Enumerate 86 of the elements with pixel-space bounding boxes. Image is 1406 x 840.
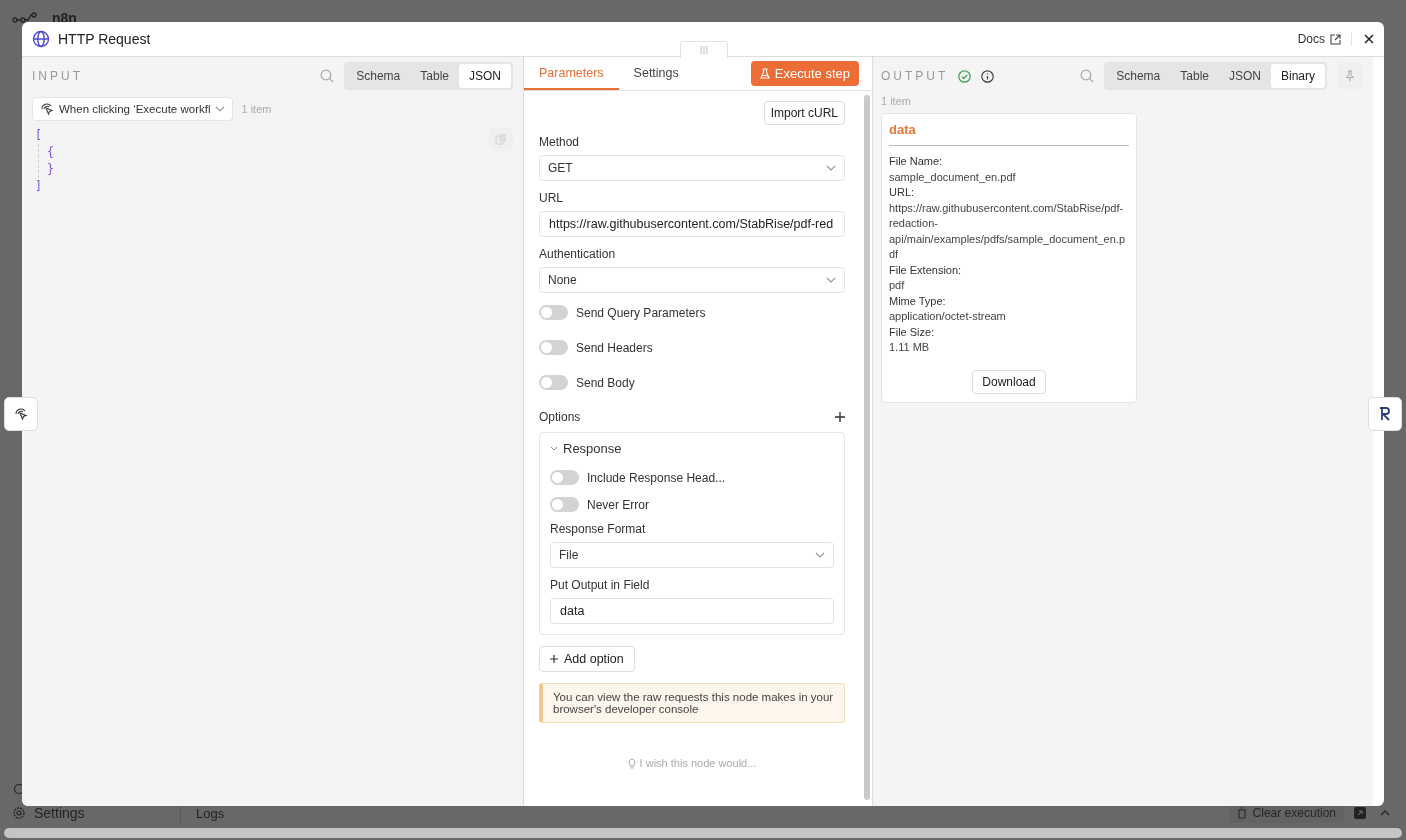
field-value: sample_document_en.pdf [889,169,1017,185]
field-label: URL: [889,185,916,200]
pointer-icon [14,407,28,421]
panel-heading: OUTPUT [881,69,949,83]
node-button[interactable] [1368,397,1402,431]
toggle-label: Never Error [587,497,649,512]
plus-icon [550,655,558,663]
card-title: data [889,122,1129,146]
field-value: 1.11 MB [889,340,931,355]
field-label: Mime Type: [889,293,947,309]
toggle-switch[interactable] [539,305,568,320]
chevron-down-icon [815,552,825,558]
view-tab[interactable]: Table [410,64,459,88]
info-icon[interactable] [981,69,995,83]
field-label: File Name: [889,154,944,169]
scrollbar[interactable] [864,95,870,800]
field-label: File Extension: [889,262,963,278]
toggle-switch[interactable] [539,375,568,390]
view-tab[interactable]: Schema [346,64,411,88]
field-label: File Size: [889,324,936,340]
popout-icon[interactable] [1354,807,1366,819]
external-link-icon [1330,33,1341,45]
logo-icon [12,12,38,24]
field-value: application/octet-stream [889,309,1007,324]
letter-r-icon [1378,407,1392,421]
node-select[interactable]: When clicking ‘Execute workfl [32,97,234,121]
info-notice: You can view the raw requests this node makes in your browser's developer console [539,683,845,723]
item-count: 1 item [241,103,272,115]
toggle-label: Include Response Head... [587,470,726,485]
flask-icon [759,68,770,79]
globe-icon [32,30,50,48]
caret-up-icon[interactable] [1380,810,1390,816]
field-label: Authentication [539,247,617,261]
pin-icon[interactable] [1337,63,1363,89]
json-bracket: { [47,144,55,161]
field-label: Put Output in Field [550,578,651,592]
chevron-down-icon [215,106,226,112]
download-button[interactable]: Download [972,369,1046,394]
json-bracket: [ [35,127,43,144]
toggle-label: Send Headers [576,340,653,355]
field-label: Response Format [550,522,647,536]
copy-icon[interactable] [489,127,513,151]
search-icon[interactable] [1080,69,1095,83]
chevron-down-icon [826,165,836,171]
select-field[interactable]: File [550,542,834,568]
add-option-button[interactable]: Add option [539,646,635,672]
input-field[interactable]: https://raw.githubusercontent.com/StabRise/pdf-red [539,211,845,237]
search-icon[interactable] [320,69,335,83]
item-count: 1 item [881,95,912,107]
view-tab[interactable]: Binary [1271,64,1325,88]
toggle-label: Send Query Parameters [576,305,706,320]
field-label: Method [539,135,581,149]
toggle-label: Send Body [576,375,635,390]
drag-handle-icon[interactable] [680,41,728,58]
logs-label: Logs [195,805,226,821]
import-curl-button[interactable]: Import cURL [763,101,845,125]
json-bracket: } [47,161,55,178]
field-label: URL [539,191,564,205]
chevron-down-icon [826,277,836,283]
scrollbar[interactable] [4,828,1402,838]
chevron-down-icon [550,446,558,451]
view-tab[interactable]: Table [1170,64,1219,88]
toggle-switch[interactable] [539,340,568,355]
window-title: HTTP Request [58,31,152,47]
select-field[interactable]: GET [539,155,845,181]
section-label: Options [539,410,581,424]
json-bracket: ] [35,178,43,195]
field-value: https://raw.githubusercontent.com/StabRise/pdf-redaction-api/main/examples/pdfs/sample_document_en.pdf [889,200,1127,262]
plus-icon[interactable] [835,412,845,422]
view-tab[interactable]: JSON [459,64,511,88]
view-tab[interactable]: JSON [1218,64,1271,88]
docs-link[interactable]: Docs [1297,32,1352,46]
lightbulb-icon [627,757,636,769]
field-value: pdf [889,278,906,293]
toggle-switch[interactable] [550,497,579,512]
panel-tab[interactable]: Settings [618,57,694,90]
trigger-node-button[interactable] [4,397,38,431]
collection-header[interactable]: Response [550,439,622,458]
view-tab[interactable]: Schema [1106,64,1171,88]
pointer-icon [40,102,54,116]
toggle-switch[interactable] [550,470,579,485]
panel-heading: INPUT [32,69,83,83]
trash-icon [1236,807,1247,819]
input-field[interactable]: data [550,598,834,624]
select-field[interactable]: None [539,267,845,293]
check-circle-icon [958,69,972,83]
